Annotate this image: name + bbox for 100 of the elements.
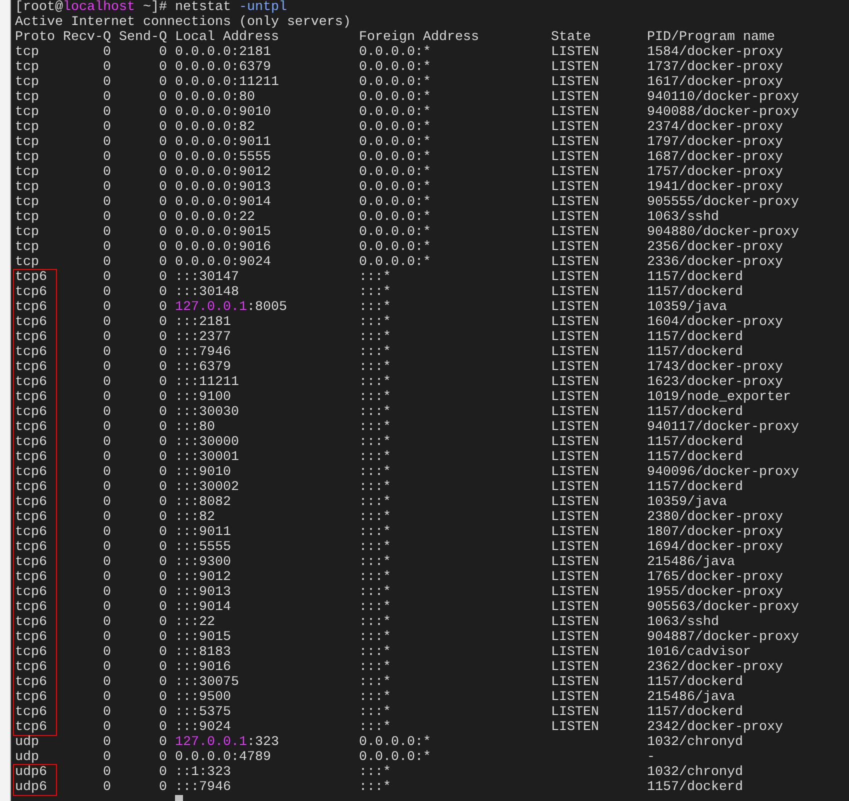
state-cell: LISTEN (551, 510, 599, 525)
program-cell: 1941/docker-proxy (647, 180, 783, 195)
local-address-cell: :::30147 (175, 270, 239, 285)
recv-queue-cell: 0 (103, 330, 111, 345)
foreign-address-cell: 0.0.0.0:* (359, 195, 431, 210)
state-cell: LISTEN (551, 465, 599, 480)
local-address-cell: :::82 (175, 510, 215, 525)
state-cell: LISTEN (551, 405, 599, 420)
protocol-cell: tcp6 (15, 525, 47, 540)
foreign-address-cell: :::* (359, 525, 391, 540)
foreign-address-cell: 0.0.0.0:* (359, 75, 431, 90)
recv-queue-cell: 0 (103, 765, 111, 780)
command-line: [root@localhost ~]# netstat -untpl (15, 0, 287, 15)
send-queue-cell: 0 (159, 105, 167, 120)
protocol-cell: tcp6 (15, 405, 47, 420)
foreign-address-cell: 0.0.0.0:* (359, 45, 431, 60)
local-address-cell: 0.0.0.0:9012 (175, 165, 271, 180)
foreign-address-cell: :::* (359, 570, 391, 585)
local-address-cell: 0.0.0.0:9014 (175, 195, 271, 210)
foreign-address-cell: :::* (359, 405, 391, 420)
foreign-address-cell: :::* (359, 465, 391, 480)
recv-queue-cell: 0 (103, 180, 111, 195)
program-cell: 1955/docker-proxy (647, 585, 783, 600)
state-cell: LISTEN (551, 315, 599, 330)
foreign-address-cell: 0.0.0.0:* (359, 150, 431, 165)
local-address-cell: :::30075 (175, 675, 239, 690)
program-cell: 1157/dockerd (647, 270, 743, 285)
program-cell: 940088/docker-proxy (647, 105, 799, 120)
recv-queue-cell: 0 (103, 735, 111, 750)
program-cell: 2336/docker-proxy (647, 255, 783, 270)
local-address-cell: :::9012 (175, 570, 231, 585)
protocol-cell: tcp6 (15, 600, 47, 615)
foreign-address-cell: :::* (359, 300, 391, 315)
protocol-cell: udp (15, 735, 39, 750)
foreign-address-cell: 0.0.0.0:* (359, 210, 431, 225)
foreign-address-cell: :::* (359, 270, 391, 285)
local-address-cell: :::9500 (175, 690, 231, 705)
foreign-address-cell: 0.0.0.0:* (359, 60, 431, 75)
send-queue-cell: 0 (159, 705, 167, 720)
protocol-cell: tcp6 (15, 510, 47, 525)
protocol-cell: tcp (15, 60, 39, 75)
state-cell: LISTEN (551, 450, 599, 465)
send-queue-cell: 0 (159, 45, 167, 60)
send-queue-cell: 0 (159, 120, 167, 135)
state-cell: LISTEN (551, 300, 599, 315)
program-cell: 1157/dockerd (647, 450, 743, 465)
state-cell: LISTEN (551, 645, 599, 660)
send-queue-cell: 0 (159, 255, 167, 270)
local-address-cell: :::9010 (175, 465, 231, 480)
send-queue-cell: 0 (159, 135, 167, 150)
protocol-cell: tcp6 (15, 450, 47, 465)
local-address-cell: :::7946 (175, 345, 231, 360)
state-cell: LISTEN (551, 180, 599, 195)
state-cell: LISTEN (551, 150, 599, 165)
program-cell: 1737/docker-proxy (647, 60, 783, 75)
program-cell: 1687/docker-proxy (647, 150, 783, 165)
foreign-address-cell: :::* (359, 480, 391, 495)
send-queue-cell: 0 (159, 225, 167, 240)
recv-queue-cell: 0 (103, 660, 111, 675)
send-queue-cell: 0 (159, 780, 167, 795)
send-queue-cell: 0 (159, 495, 167, 510)
protocol-cell: tcp6 (15, 615, 47, 630)
program-cell: 1157/dockerd (647, 345, 743, 360)
send-queue-cell: 0 (159, 270, 167, 285)
protocol-cell: udp (15, 750, 39, 765)
protocol-cell: tcp6 (15, 720, 47, 735)
foreign-address-cell: :::* (359, 435, 391, 450)
state-cell: LISTEN (551, 240, 599, 255)
foreign-address-cell: 0.0.0.0:* (359, 255, 431, 270)
foreign-address-cell: :::* (359, 420, 391, 435)
recv-queue-cell: 0 (103, 525, 111, 540)
local-address-cell: :::9013 (175, 585, 231, 600)
send-queue-cell: 0 (159, 630, 167, 645)
recv-queue-cell: 0 (103, 555, 111, 570)
send-queue-cell: 0 (159, 75, 167, 90)
state-cell: LISTEN (551, 495, 599, 510)
send-queue-cell: 0 (159, 300, 167, 315)
state-cell: LISTEN (551, 60, 599, 75)
local-address-cell: :::8082 (175, 495, 231, 510)
recv-queue-cell: 0 (103, 405, 111, 420)
recv-queue-cell: 0 (103, 675, 111, 690)
foreign-address-cell: :::* (359, 675, 391, 690)
protocol-cell: udp6 (15, 765, 47, 780)
foreign-address-cell: 0.0.0.0:* (359, 135, 431, 150)
protocol-cell: tcp6 (15, 465, 47, 480)
local-address-cell: 127.0.0.1:8005 (175, 300, 287, 315)
protocol-cell: tcp (15, 135, 39, 150)
protocol-cell: tcp6 (15, 390, 47, 405)
send-queue-cell: 0 (159, 615, 167, 630)
send-queue-cell: 0 (159, 60, 167, 75)
program-cell: 1157/dockerd (647, 405, 743, 420)
recv-queue-cell: 0 (103, 570, 111, 585)
recv-queue-cell: 0 (103, 450, 111, 465)
recv-queue-cell: 0 (103, 45, 111, 60)
protocol-cell: tcp6 (15, 630, 47, 645)
local-address-cell: 0.0.0.0:6379 (175, 60, 271, 75)
program-cell: 1157/dockerd (647, 435, 743, 450)
program-cell: 1032/chronyd (647, 765, 743, 780)
program-cell: 1063/sshd (647, 210, 719, 225)
recv-queue-cell: 0 (103, 120, 111, 135)
